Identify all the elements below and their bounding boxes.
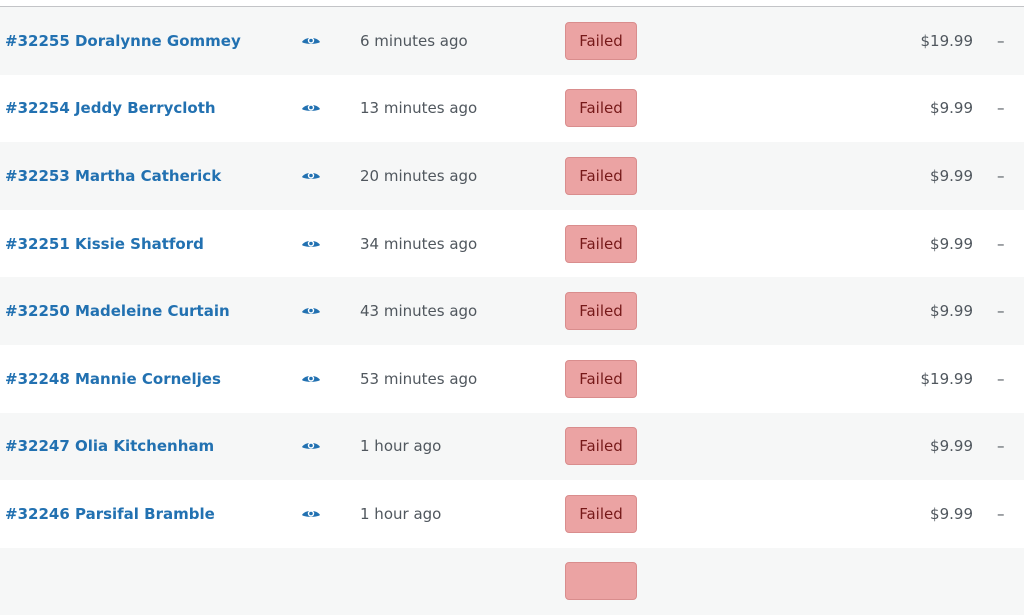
eye-icon[interactable]	[301, 34, 321, 48]
empty-cell: –	[997, 302, 1005, 321]
eye-icon[interactable]	[301, 439, 321, 453]
table-row[interactable]: #32246 Parsifal Bramble 1 hour ago Faile…	[0, 480, 1024, 548]
table-row[interactable]: #32248 Mannie Corneljes 53 minutes ago F…	[0, 345, 1024, 413]
empty-cell: –	[997, 234, 1005, 253]
order-link[interactable]: #32247 Olia Kitchenham	[5, 437, 214, 455]
order-total: $9.99	[930, 504, 973, 523]
table-row[interactable]: #32255 Doralynne Gommey 6 minutes ago Fa…	[0, 7, 1024, 75]
order-date: 1 hour ago	[360, 437, 442, 456]
empty-cell: –	[997, 437, 1005, 456]
eye-icon[interactable]	[301, 507, 321, 521]
status-badge	[565, 561, 637, 600]
order-date: 34 minutes ago	[360, 234, 478, 253]
order-link[interactable]: #32246 Parsifal Bramble	[5, 505, 215, 523]
order-link[interactable]: #32250 Madeleine Curtain	[5, 302, 230, 320]
order-link[interactable]: #32255 Doralynne Gommey	[5, 32, 241, 50]
order-total: $9.99	[930, 166, 973, 185]
order-link[interactable]: #32254 Jeddy Berrycloth	[5, 99, 216, 117]
table-row[interactable]: #32250 Madeleine Curtain 43 minutes ago …	[0, 277, 1024, 345]
table-row[interactable]	[0, 547, 1024, 615]
empty-cell: –	[997, 369, 1005, 388]
order-date: 20 minutes ago	[360, 166, 478, 185]
order-date: 13 minutes ago	[360, 99, 478, 118]
table-row[interactable]: #32251 Kissie Shatford 34 minutes ago Fa…	[0, 210, 1024, 278]
order-total: $9.99	[930, 99, 973, 118]
empty-cell: –	[997, 504, 1005, 523]
empty-cell: –	[997, 166, 1005, 185]
order-total: $9.99	[930, 302, 973, 321]
order-total: $19.99	[920, 31, 974, 50]
orders-table: #32255 Doralynne Gommey 6 minutes ago Fa…	[0, 7, 1024, 615]
order-total: $9.99	[930, 234, 973, 253]
empty-cell: –	[997, 99, 1005, 118]
status-badge: Failed	[565, 359, 637, 398]
order-date: 6 minutes ago	[360, 31, 468, 50]
order-link[interactable]: #32251 Kissie Shatford	[5, 235, 204, 253]
eye-icon[interactable]	[301, 169, 321, 183]
order-date: 1 hour ago	[360, 504, 442, 523]
status-badge: Failed	[565, 89, 637, 128]
table-row[interactable]: #32254 Jeddy Berrycloth 13 minutes ago F…	[0, 75, 1024, 143]
status-badge: Failed	[565, 156, 637, 195]
table-row[interactable]: #32253 Martha Catherick 20 minutes ago F…	[0, 142, 1024, 210]
empty-cell: –	[997, 31, 1005, 50]
order-date: 43 minutes ago	[360, 302, 478, 321]
status-badge: Failed	[565, 21, 637, 60]
order-date: 53 minutes ago	[360, 369, 478, 388]
eye-icon[interactable]	[301, 237, 321, 251]
order-total: $19.99	[920, 369, 974, 388]
eye-icon[interactable]	[301, 372, 321, 386]
table-row[interactable]: #32247 Olia Kitchenham 1 hour ago Failed…	[0, 412, 1024, 481]
order-total: $9.99	[930, 437, 973, 456]
order-link[interactable]: #32248 Mannie Corneljes	[5, 370, 221, 388]
status-badge: Failed	[565, 494, 637, 533]
eye-icon[interactable]	[301, 304, 321, 318]
status-badge: Failed	[565, 427, 637, 466]
status-badge: Failed	[565, 292, 637, 331]
status-badge: Failed	[565, 224, 637, 263]
order-link[interactable]: #32253 Martha Catherick	[5, 167, 221, 185]
eye-icon[interactable]	[301, 101, 321, 115]
